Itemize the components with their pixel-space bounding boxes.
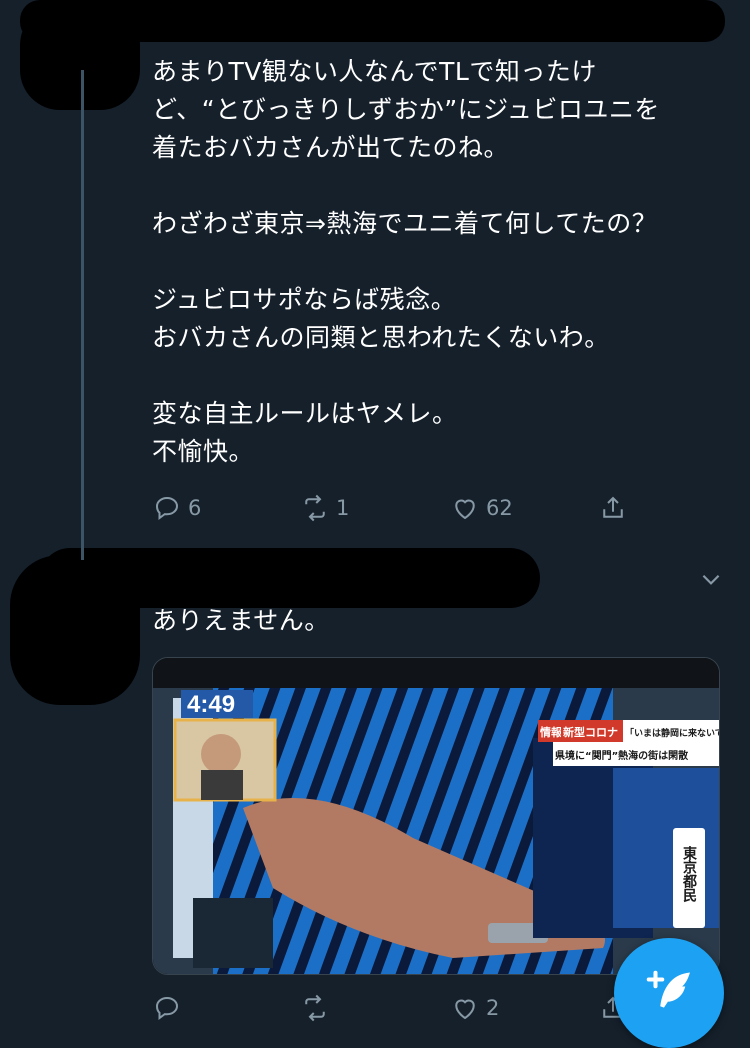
tv-side-label: 東京都民 (681, 845, 698, 903)
tweet1-text: あまりTV観ない人なんでTLで知ったけ ど、“とびっきりしずおか”にジュビロユニ… (152, 57, 660, 466)
tv-tag-info: 情報 (540, 725, 563, 739)
heart-icon (455, 499, 475, 520)
reply-count: 6 (188, 496, 202, 520)
retweet-icon (305, 994, 325, 1022)
tweet1-actions: 6 1 62 (152, 488, 652, 528)
redacted-avatar (20, 5, 140, 110)
tweet-media-image[interactable]: 4:49 情報 新型コロナ 「いまは静岡に来ないで」 県境に“関門”熱海の街は閑… (152, 657, 720, 975)
retweet-count: 1 (336, 496, 350, 520)
retweet-icon (305, 494, 325, 522)
like-button[interactable]: 2 (450, 988, 499, 1028)
share-button[interactable] (598, 488, 628, 528)
reply-button[interactable]: 6 (152, 488, 201, 528)
compose-tweet-icon (646, 970, 690, 1008)
tv-tag-corona: 新型コロナ (563, 725, 618, 739)
tweet2-text: ありえません。 (152, 606, 330, 635)
chevron-down-icon[interactable] (698, 566, 724, 592)
redacted-username (40, 548, 540, 608)
tv-caption-line2: 県境に“関門”熱海の街は閑散 (555, 749, 689, 762)
reply-icon (155, 496, 179, 520)
thread-line (81, 70, 84, 560)
heart-icon (455, 999, 475, 1020)
share-icon (603, 496, 623, 518)
reply-icon (155, 996, 179, 1020)
reply-button[interactable] (152, 988, 188, 1028)
tv-caption-quote: 「いまは静岡に来ないで」 (625, 727, 719, 739)
like-button[interactable]: 62 (450, 488, 513, 528)
retweet-button[interactable] (300, 988, 336, 1028)
tv-clock-text: 4:49 (187, 691, 235, 718)
like-count: 62 (486, 496, 513, 520)
retweet-button[interactable]: 1 (300, 488, 349, 528)
tweet2-actions: 2 (152, 988, 652, 1028)
like-count: 2 (486, 996, 500, 1020)
tv-screenshot: 4:49 情報 新型コロナ 「いまは静岡に来ないで」 県境に“関門”熱海の街は閑… (153, 658, 719, 974)
compose-tweet-button[interactable] (614, 938, 724, 1048)
